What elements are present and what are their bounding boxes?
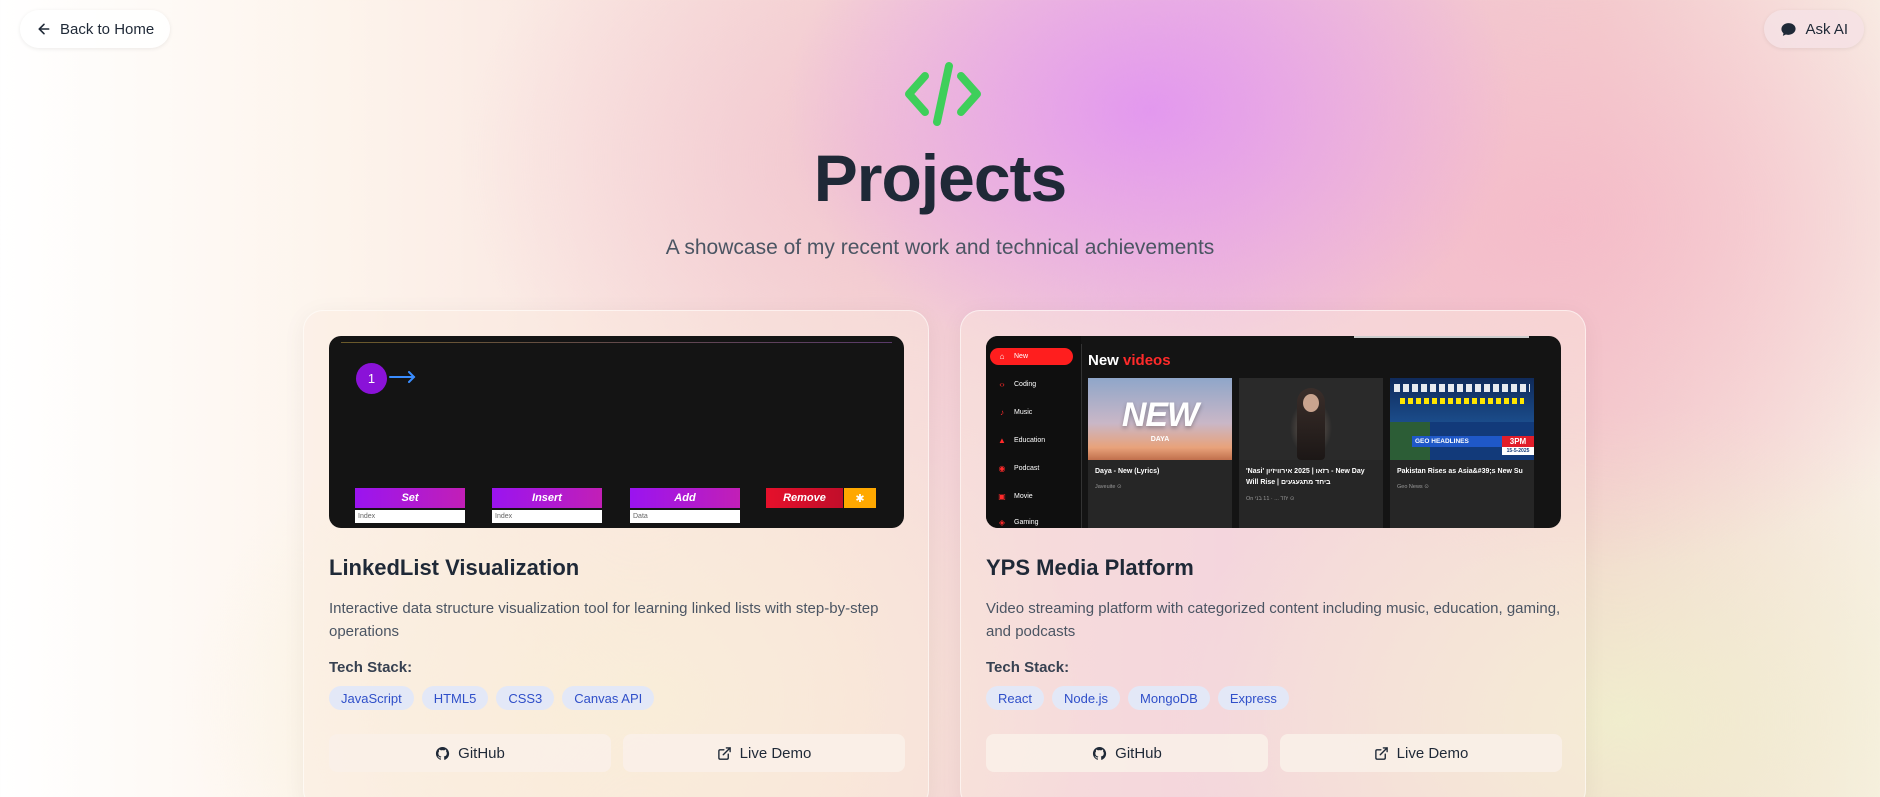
video-title: Pakistan Rises as Asia&#39;s New Su [1397, 468, 1523, 475]
sidebar-item-gaming: ◈ Gaming [998, 518, 1039, 527]
movie-icon: ▣ [998, 492, 1006, 501]
tech-tag: Express [1217, 686, 1289, 710]
video-meta: Geo News ⊙ [1397, 484, 1429, 490]
live-demo-button[interactable]: Live Demo [623, 734, 905, 772]
tech-tag: HTML5 [421, 686, 489, 710]
external-link-icon [1374, 746, 1388, 760]
home-icon: ⌂ [999, 352, 1005, 361]
linked-list-node: 1 [356, 363, 387, 394]
video-thumbnail: NEW DAYA [1088, 378, 1232, 460]
project-title: LinkedList Visualization [329, 555, 580, 580]
github-label: GitHub [1115, 744, 1162, 762]
tech-tag: Node.js [1051, 686, 1121, 710]
github-label: GitHub [458, 744, 505, 762]
project-card-yps: ⌂ New ‹› Coding ♪ Music ▲ Education ◉ Podcast… [960, 310, 1586, 797]
preview-topbar [1354, 336, 1529, 338]
back-to-home-button[interactable]: Back to Home [20, 10, 171, 48]
tech-tag: CSS3 [496, 686, 555, 710]
insert-op-button: Insert [492, 488, 602, 508]
podcast-icon: ◉ [998, 464, 1006, 473]
add-data-input: Data [630, 510, 740, 523]
video-thumbnail [1239, 378, 1383, 460]
videos-heading: New videos [1088, 352, 1171, 369]
project-description: Video streaming platform with categorize… [986, 600, 1561, 640]
arrow-left-icon [38, 23, 50, 35]
project-preview-linkedlist: 1 Set Index Insert Index Add Data Remove… [329, 336, 904, 528]
music-icon: ♪ [1000, 408, 1004, 417]
project-title: YPS Media Platform [986, 555, 1194, 580]
gamepad-icon: ◈ [998, 518, 1006, 527]
live-demo-label: Live Demo [1396, 744, 1469, 762]
preview-top-line [341, 342, 892, 343]
video-meta: Javeuite ⊙ [1095, 484, 1122, 490]
remove-op-button: Remove [766, 488, 843, 508]
project-actions: GitHub Live Demo [986, 734, 1562, 772]
project-card-linkedlist: 1 Set Index Insert Index Add Data Remove… [303, 310, 929, 797]
gear-icon: ✱ [844, 488, 876, 508]
external-link-icon [717, 746, 731, 760]
project-description: Interactive data structure visualization… [329, 600, 879, 640]
github-button[interactable]: GitHub [329, 734, 611, 772]
sidebar-item-coding: ‹› Coding [999, 380, 1037, 389]
page-title: Projects [813, 141, 1067, 215]
tech-tag: JavaScript [329, 686, 414, 710]
video-thumbnail: GEO HEADLINES 3PM 15-5-2025 [1390, 378, 1534, 460]
chat-bubble-icon [1781, 22, 1797, 36]
tech-tag: Canvas API [562, 686, 655, 710]
add-op-button: Add [630, 488, 740, 508]
sidebar-divider [1081, 344, 1082, 528]
set-op-button: Set [355, 488, 465, 508]
ask-ai-button[interactable]: Ask AI [1764, 10, 1864, 48]
tech-tag: React [986, 686, 1044, 710]
video-card: NEW DAYA Daya - New (Lyrics) Javeuite ⊙ [1088, 378, 1232, 528]
arrow-right-icon [389, 371, 416, 383]
github-button[interactable]: GitHub [986, 734, 1268, 772]
video-card: GEO HEADLINES 3PM 15-5-2025 Pakistan Ris… [1390, 378, 1534, 528]
project-actions: GitHub Live Demo [329, 734, 905, 772]
tech-stack-label: Tech Stack: [329, 659, 413, 676]
github-icon [1093, 746, 1107, 760]
sidebar-item-new: ⌂ New [990, 348, 1073, 365]
sidebar-item-education: ▲ Education [998, 436, 1046, 445]
video-title: 'Nasi' רזאו | 2025 אירוויזיון - New Day … [1246, 468, 1365, 486]
ask-ai-label: Ask AI [1805, 20, 1848, 38]
sidebar-item-podcast: ◉ Podcast [998, 464, 1040, 473]
sidebar-item-music: ♪ Music [1000, 408, 1033, 417]
project-preview-yps: ⌂ New ‹› Coding ♪ Music ▲ Education ◉ Podcast… [986, 336, 1561, 528]
code-icon: ‹› [999, 380, 1005, 389]
tech-stack-tags: JavaScript HTML5 CSS3 Canvas API [329, 686, 655, 710]
github-icon [436, 746, 450, 760]
video-title: Daya - New (Lyrics) [1095, 468, 1160, 475]
sidebar-item-movie: ▣ Movie [998, 492, 1033, 501]
tech-stack-tags: React Node.js MongoDB Express [986, 686, 1289, 710]
video-card: 'Nasi' רזאו | 2025 אירוויזיון - New Day … [1239, 378, 1383, 528]
preview-sidebar: ⌂ New ‹› Coding ♪ Music ▲ Education ◉ Podcast… [986, 336, 1081, 528]
code-icon [905, 62, 981, 126]
back-to-home-label: Back to Home [60, 20, 155, 38]
graduation-icon: ▲ [998, 436, 1006, 445]
video-meta: On יחד ... · 11 בני ⊙ [1246, 496, 1295, 502]
live-demo-label: Live Demo [739, 744, 812, 762]
live-demo-button[interactable]: Live Demo [1280, 734, 1562, 772]
tech-tag: MongoDB [1128, 686, 1210, 710]
tech-stack-label: Tech Stack: [986, 659, 1070, 676]
set-index-input: Index [355, 510, 465, 523]
page-subtitle: A showcase of my recent work and technic… [665, 236, 1215, 259]
insert-index-input: Index [492, 510, 602, 523]
